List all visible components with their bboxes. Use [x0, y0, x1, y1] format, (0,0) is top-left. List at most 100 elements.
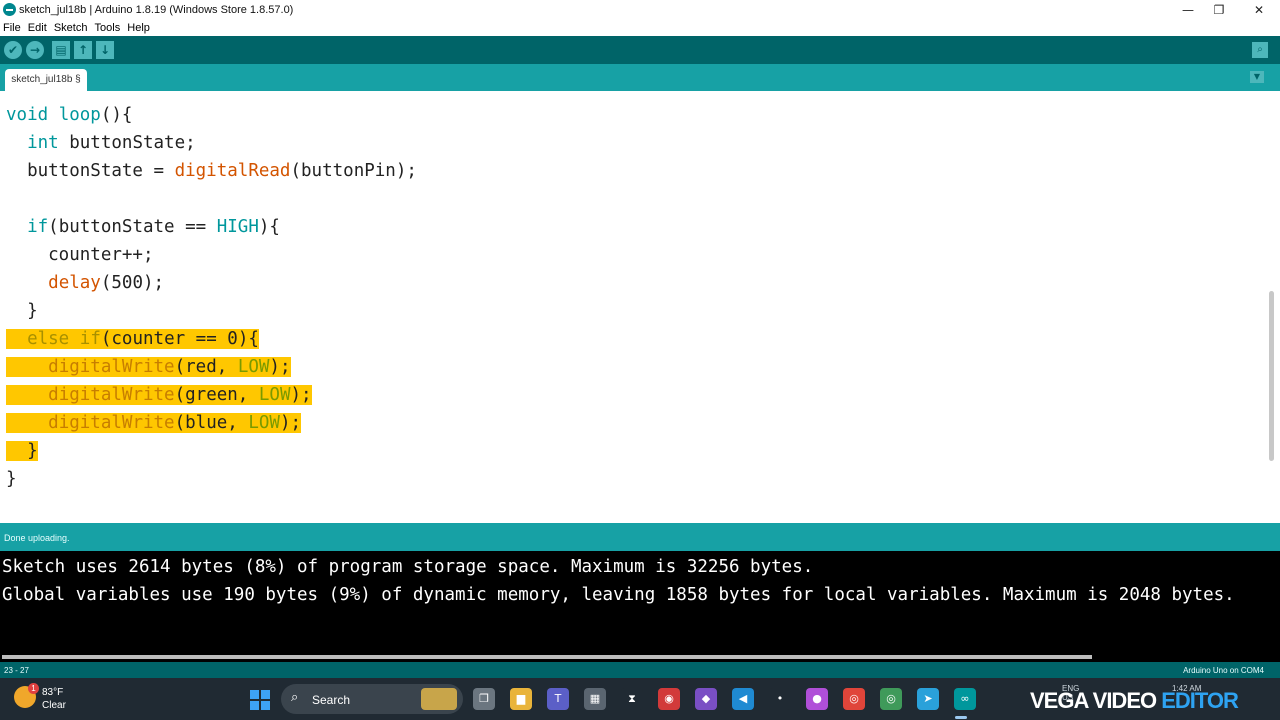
- drop-icon[interactable]: ●: [806, 688, 828, 710]
- weather-widget[interactable]: 83°F Clear: [42, 686, 66, 712]
- toolbar: ✔ → ▤ ↑ ↓ ⌕: [0, 36, 1280, 64]
- code-token: LOW: [258, 385, 291, 405]
- arduino-app-icon: [3, 3, 16, 16]
- code-token: (buttonState ==: [48, 217, 217, 237]
- code-token: LOW: [237, 357, 270, 377]
- upload-button[interactable]: →: [26, 41, 44, 59]
- code-token: digitalWrite: [48, 413, 175, 433]
- notification-badge: 1: [28, 683, 39, 694]
- code-token: );: [279, 413, 302, 433]
- maximize-button[interactable]: ❐: [1201, 0, 1237, 20]
- tab-menu-icon[interactable]: ▼: [1250, 71, 1264, 83]
- code-line[interactable]: else if(counter == 0){: [6, 325, 417, 353]
- code-content: delay(500);: [6, 273, 164, 293]
- code-line[interactable]: void loop(){: [6, 101, 417, 129]
- console-line: Global variables use 190 bytes (9%) of d…: [2, 585, 1235, 605]
- console-line: Sketch uses 2614 bytes (8%) of program s…: [2, 557, 814, 577]
- code-content: buttonState = digitalRead(buttonPin);: [6, 161, 417, 181]
- teams-icon[interactable]: T: [547, 688, 569, 710]
- code-content: int buttonState;: [6, 133, 196, 153]
- code-token: );: [290, 385, 312, 405]
- calculator-icon[interactable]: ▦: [584, 688, 606, 710]
- tab-bar: sketch_jul18b § ▼: [0, 64, 1280, 91]
- code-token: if: [79, 329, 101, 349]
- code-line[interactable]: int buttonState;: [6, 129, 417, 157]
- weather-icon[interactable]: 1: [14, 683, 39, 708]
- search-highlight-image: [421, 688, 457, 710]
- watermark-logo: VEGA VIDEO EDITOR: [1030, 688, 1239, 713]
- open-sketch-button[interactable]: ↑: [74, 41, 92, 59]
- taskbar-search-box[interactable]: ⌕ Search: [281, 684, 463, 714]
- menu-file[interactable]: File: [0, 20, 21, 34]
- code-text[interactable]: void loop(){ int buttonState; buttonStat…: [6, 101, 417, 493]
- arduino-icon[interactable]: ∞: [954, 688, 976, 710]
- code-token: else: [27, 329, 70, 349]
- telegram-icon[interactable]: ➤: [917, 688, 939, 710]
- code-token: HIGH: [216, 217, 259, 237]
- status-bar: Done uploading.: [0, 523, 1280, 551]
- verify-button[interactable]: ✔: [4, 41, 22, 59]
- record-icon[interactable]: ◉: [658, 688, 680, 710]
- code-line[interactable]: digitalWrite(blue, LOW);: [6, 409, 417, 437]
- editor-scroll-thumb[interactable]: [1269, 291, 1274, 461]
- visual-studio-icon[interactable]: ◆: [695, 688, 717, 710]
- code-token: digitalRead: [174, 161, 291, 181]
- code-token: ){: [258, 217, 280, 237]
- code-editor[interactable]: void loop(){ int buttonState; buttonStat…: [0, 91, 1280, 523]
- code-line[interactable]: }: [6, 437, 417, 465]
- board-indicator: Arduino Uno on COM4: [1183, 666, 1264, 675]
- code-content: if(buttonState == HIGH){: [6, 217, 280, 237]
- vscode-icon[interactable]: ◀: [732, 688, 754, 710]
- code-line[interactable]: }: [6, 465, 417, 493]
- task-view-icon[interactable]: ❐: [473, 688, 495, 710]
- code-line[interactable]: counter++;: [6, 241, 417, 269]
- selected-code: digitalWrite(red, LOW);: [6, 357, 291, 377]
- menu-tools[interactable]: Tools: [92, 20, 121, 34]
- search-icon: ⌕: [291, 690, 299, 705]
- chrome-dev-icon[interactable]: ◎: [880, 688, 902, 710]
- code-line[interactable]: digitalWrite(red, LOW);: [6, 353, 417, 381]
- code-content: }: [6, 469, 17, 489]
- code-line[interactable]: digitalWrite(green, LOW);: [6, 381, 417, 409]
- console-output[interactable]: Sketch uses 2614 bytes (8%) of program s…: [0, 551, 1280, 662]
- code-token: (){: [100, 105, 133, 125]
- code-token: buttonState =: [6, 161, 175, 181]
- console-scroll-thumb[interactable]: [2, 655, 1092, 659]
- code-token: digitalWrite: [48, 385, 175, 405]
- terminal-icon[interactable]: •: [769, 688, 791, 710]
- serial-monitor-button[interactable]: ⌕: [1252, 42, 1268, 58]
- code-line[interactable]: }: [6, 297, 417, 325]
- code-line[interactable]: buttonState = digitalRead(buttonPin);: [6, 157, 417, 185]
- menu-sketch[interactable]: Sketch: [51, 20, 88, 34]
- code-line[interactable]: if(buttonState == HIGH){: [6, 213, 417, 241]
- code-token: loop: [58, 105, 101, 125]
- search-label: Search: [312, 693, 351, 707]
- menu-help[interactable]: Help: [124, 20, 150, 34]
- code-token: counter++;: [6, 245, 154, 265]
- line-number-indicator: 23 - 27: [4, 666, 29, 675]
- code-line[interactable]: [6, 185, 417, 213]
- windows-start-icon[interactable]: [250, 690, 270, 710]
- close-button[interactable]: ✕: [1241, 0, 1277, 20]
- weather-temperature: 83°F: [42, 687, 64, 698]
- menu-edit[interactable]: Edit: [25, 20, 47, 34]
- code-line[interactable]: delay(500);: [6, 269, 417, 297]
- code-token: LOW: [248, 413, 280, 433]
- code-token: (counter == 0){: [100, 329, 259, 349]
- window-title: sketch_jul18b | Arduino 1.8.19 (Windows …: [19, 4, 294, 16]
- save-sketch-button[interactable]: ↓: [96, 41, 114, 59]
- tab-sketch[interactable]: sketch_jul18b §: [5, 69, 87, 91]
- new-sketch-button[interactable]: ▤: [52, 41, 70, 59]
- code-token: buttonState;: [58, 133, 196, 153]
- file-explorer-icon[interactable]: ▆: [510, 688, 532, 710]
- code-token: (blue,: [174, 413, 249, 433]
- chrome-icon[interactable]: ◎: [843, 688, 865, 710]
- code-token: delay: [48, 273, 101, 293]
- code-token: digitalWrite: [48, 357, 175, 377]
- timer-icon[interactable]: ⧗: [621, 688, 643, 710]
- code-token: void: [6, 105, 59, 125]
